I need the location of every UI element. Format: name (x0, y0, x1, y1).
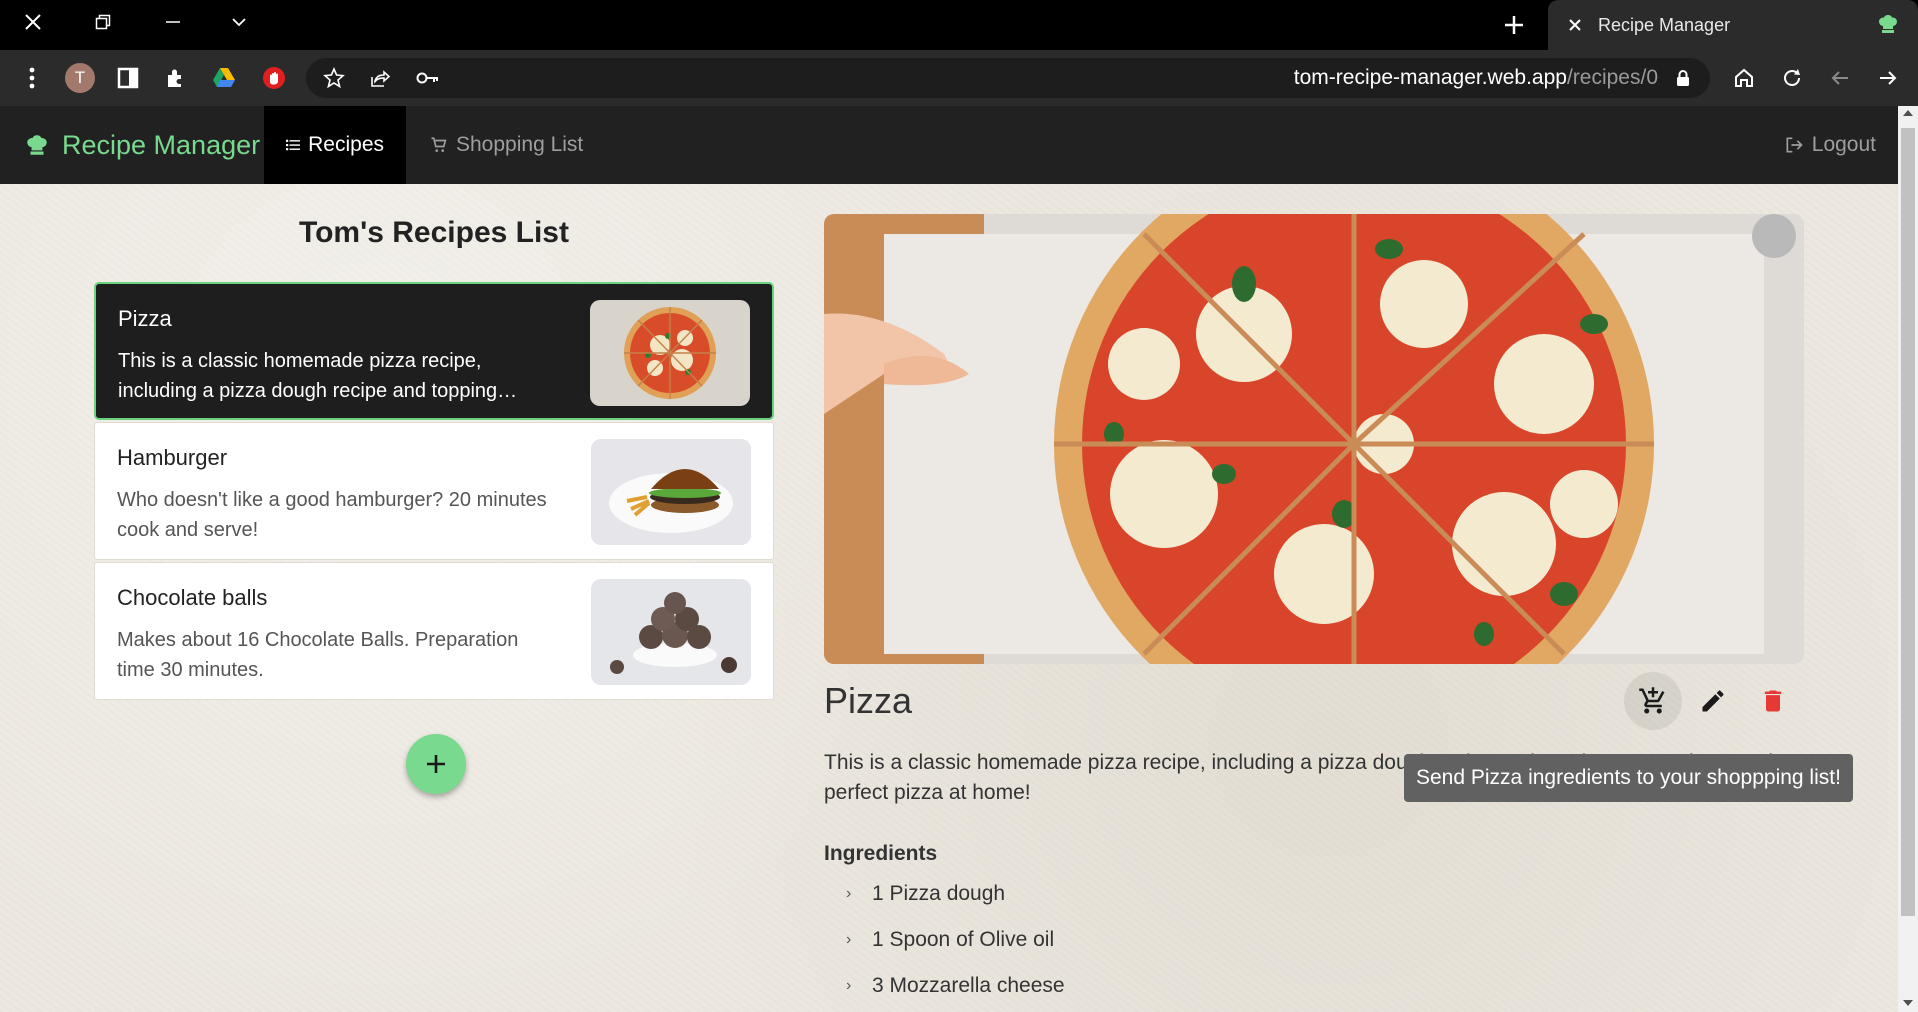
side-panel-icon[interactable] (110, 60, 146, 96)
ad-blocker-hand-icon[interactable] (256, 60, 292, 96)
back-arrow-icon[interactable] (1822, 60, 1858, 96)
ingredient-item: › 1 Spoon of Olive oil (846, 928, 1054, 952)
chef-hat-icon (27, 135, 47, 155)
nav-recipes[interactable]: Recipes (264, 106, 406, 184)
chevron-right-icon: › (846, 977, 852, 994)
recipe-card-hamburger[interactable]: Hamburger Who doesn't like a good hambur… (94, 422, 774, 560)
recipe-card-description: Makes about 16 Chocolate Balls. Preparat… (117, 629, 519, 681)
page-scrollbar[interactable] (1898, 106, 1918, 1012)
cart-icon (431, 137, 447, 152)
recipes-list-title: Tom's Recipes List (299, 216, 569, 249)
forward-arrow-icon[interactable] (1870, 60, 1906, 96)
add-recipe-button[interactable] (406, 734, 466, 794)
nav-logout-label: Logout (1811, 133, 1876, 156)
recipe-card-pizza[interactable]: Pizza This is a classic homemade pizza r… (94, 282, 774, 420)
plus-icon (427, 755, 445, 773)
nav-shopping-label: Shopping List (456, 133, 584, 156)
recipe-card-title: Pizza (118, 306, 172, 331)
nav-shopping-list[interactable]: Shopping List (408, 106, 605, 184)
chevron-right-icon: › (846, 885, 852, 902)
browser-titlebar: Recipe Manager (0, 0, 1918, 50)
tab-search-chevron-icon[interactable] (214, 0, 264, 44)
app-viewport: Recipe Manager Recipes Shopping List Log… (0, 106, 1898, 1012)
tab-title: Recipe Manager (1598, 14, 1731, 35)
url-path: /recipes/0 (1566, 66, 1658, 89)
add-to-shopping-list-button[interactable] (1624, 672, 1682, 730)
reload-icon[interactable] (1774, 60, 1810, 96)
browser-tab-recipe-manager[interactable]: Recipe Manager (1548, 0, 1918, 50)
list-icon (286, 139, 301, 151)
close-tab-icon[interactable] (1564, 14, 1586, 36)
top-navbar: Recipe Manager Recipes Shopping List Log… (0, 106, 1898, 184)
recipe-card-title: Hamburger (117, 445, 228, 470)
bookmark-star-icon[interactable] (316, 60, 352, 96)
browser-toolbar: T tom-recipe-manager.web.app/recipes/0 (0, 50, 1918, 106)
scroll-down-arrow-icon[interactable] (1903, 1000, 1913, 1006)
recipe-hero-image (824, 214, 1804, 664)
scrollbar-thumb[interactable] (1901, 128, 1915, 916)
share-icon[interactable] (362, 60, 398, 96)
password-key-icon[interactable] (410, 60, 446, 96)
url-host: tom-recipe-manager.web.app (1293, 66, 1567, 89)
ingredient-label: 1 Pizza dough (872, 882, 1006, 905)
recipe-card-title: Chocolate balls (117, 585, 268, 610)
trash-icon (1764, 690, 1782, 712)
nav-recipes-label: Recipes (308, 133, 384, 156)
cart-button-tooltip: Send Pizza ingredients to your shoppping… (1404, 754, 1853, 802)
chevron-right-icon: › (846, 931, 852, 948)
recipe-card-chocolate-balls[interactable]: Chocolate balls Makes about 16 Chocolate… (94, 562, 774, 700)
pencil-icon (1702, 690, 1724, 712)
ingredient-item: › 3 Mozzarella cheese (846, 974, 1065, 998)
scroll-up-arrow-icon[interactable] (1903, 110, 1913, 116)
url-text: tom-recipe-manager.web.app/recipes/0 (1294, 58, 1658, 98)
brand-title: Recipe Manager (62, 129, 261, 160)
ingredient-label: 1 Spoon of Olive oil (872, 928, 1055, 951)
restore-window-icon[interactable] (78, 0, 128, 44)
close-window-icon[interactable] (8, 0, 58, 44)
pizza-thumbnail (590, 300, 750, 406)
nav-logout[interactable]: Logout (1762, 106, 1898, 184)
address-bar[interactable]: tom-recipe-manager.web.app/recipes/0 (306, 58, 1710, 98)
extensions-puzzle-icon[interactable] (158, 60, 194, 96)
profile-initial: T (65, 63, 95, 93)
recipe-detail-title: Pizza (824, 680, 913, 721)
ingredients-heading: Ingredients (824, 842, 938, 865)
chef-hat-favicon-icon (1876, 12, 1900, 41)
add-shopping-cart-icon (1639, 687, 1665, 714)
home-icon[interactable] (1726, 60, 1762, 96)
minimize-window-icon[interactable] (148, 0, 198, 44)
logout-icon (1786, 137, 1803, 153)
lock-icon[interactable] (1676, 69, 1690, 92)
kebab-menu-icon[interactable] (14, 60, 50, 96)
delete-recipe-button[interactable] (1744, 672, 1802, 730)
ingredient-item: › 1 Pizza dough (846, 882, 1005, 906)
profile-avatar[interactable]: T (62, 60, 98, 96)
google-drive-icon[interactable] (206, 60, 242, 96)
edit-recipe-button[interactable] (1684, 672, 1742, 730)
recipe-card-description: Who doesn't like a good hamburger? 20 mi… (117, 489, 547, 541)
recipe-card-description: This is a classic homemade pizza recipe,… (118, 350, 498, 402)
new-tab-button[interactable] (1494, 8, 1534, 42)
ingredient-label: 3 Mozzarella cheese (872, 974, 1065, 997)
brand-link[interactable]: Recipe Manager (24, 106, 260, 184)
hamburger-thumbnail (591, 439, 751, 545)
chocolate-balls-thumbnail (591, 579, 751, 685)
